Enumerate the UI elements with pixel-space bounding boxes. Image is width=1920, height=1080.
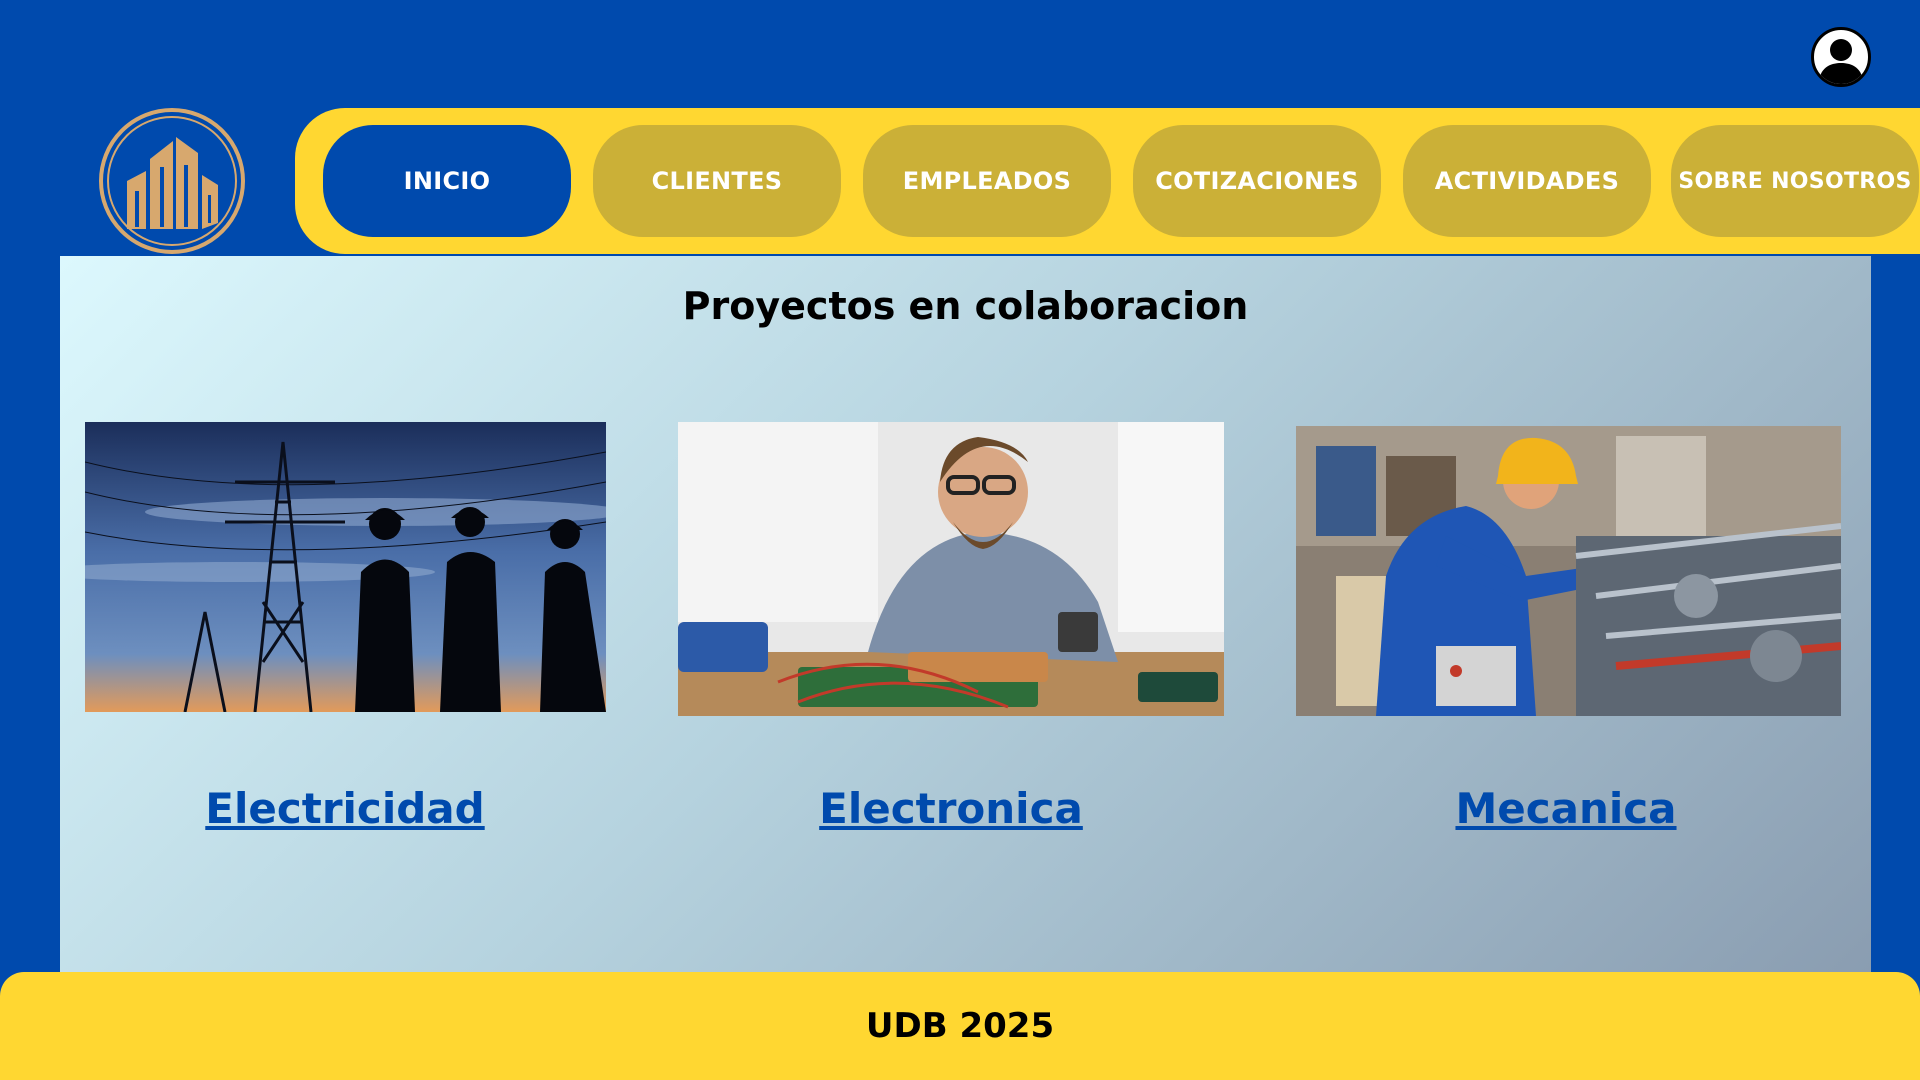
technician-soldering-image <box>678 422 1224 716</box>
main-content: Proyectos en colaboracion Electricidad E… <box>60 256 1871 972</box>
main-navigation: INICIO CLIENTES EMPLEADOS COTIZACIONES A… <box>295 108 1920 254</box>
nav-cotizaciones-button[interactable]: COTIZACIONES <box>1133 125 1381 237</box>
nav-empleados-button[interactable]: EMPLEADOS <box>863 125 1111 237</box>
power-line-workers-image <box>85 422 606 712</box>
page-title: Proyectos en colaboracion <box>682 284 1249 328</box>
user-avatar-button[interactable] <box>1811 27 1871 87</box>
electronica-link[interactable]: Electronica <box>691 784 1211 833</box>
nav-clientes-button[interactable]: CLIENTES <box>593 125 841 237</box>
mecanica-link[interactable]: Mecanica <box>1306 784 1826 833</box>
worker-machinery-image <box>1296 426 1841 716</box>
nav-inicio-button[interactable]: INICIO <box>323 125 571 237</box>
electricidad-link[interactable]: Electricidad <box>85 784 605 833</box>
electricidad-image <box>85 422 606 712</box>
nav-sobre-nosotros-button[interactable]: SOBRE NOSOTROS <box>1671 125 1919 237</box>
nav-actividades-button[interactable]: ACTIVIDADES <box>1403 125 1651 237</box>
company-logo[interactable] <box>98 107 246 255</box>
footer: UDB 2025 <box>0 972 1920 1080</box>
user-icon <box>1819 39 1863 84</box>
footer-text: UDB 2025 <box>865 1006 1055 1046</box>
buildings-logo-icon <box>99 108 245 254</box>
electronica-image <box>678 422 1224 716</box>
mecanica-image <box>1296 426 1841 716</box>
